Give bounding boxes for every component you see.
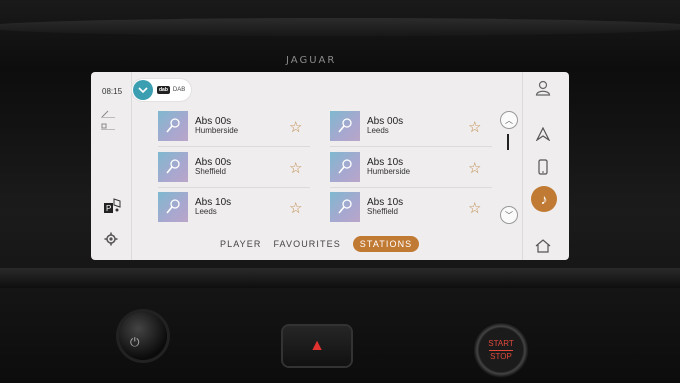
- tab-favourites[interactable]: FAVOURITES: [273, 239, 340, 249]
- tab-player[interactable]: PLAYER: [220, 239, 261, 249]
- station-item[interactable]: Abs 00s Humberside: [158, 111, 238, 141]
- station-item[interactable]: Abs 10s Sheffield: [330, 192, 403, 222]
- favorite-star-icon[interactable]: ☆: [468, 118, 481, 136]
- volume-knob[interactable]: [119, 312, 167, 360]
- dab-logo: dab: [157, 86, 170, 94]
- parking-camera-icon[interactable]: P: [104, 198, 122, 214]
- station-area: Sheffield: [367, 207, 398, 217]
- divider: [330, 146, 492, 147]
- power-icon: ⏻: [130, 335, 140, 349]
- divider: [158, 187, 310, 188]
- station-area: Sheffield: [195, 167, 226, 177]
- microphone-icon: [330, 192, 360, 222]
- scrollbar[interactable]: [507, 134, 509, 150]
- microphone-icon: [158, 152, 188, 182]
- start-label: START: [488, 338, 514, 348]
- hazard-button[interactable]: ▲: [283, 326, 351, 366]
- microphone-icon: [330, 111, 360, 141]
- station-item[interactable]: Abs 00s Sheffield: [158, 152, 231, 182]
- scroll-up-button[interactable]: ︿: [500, 111, 518, 129]
- start-stop-button[interactable]: START STOP: [473, 322, 529, 378]
- stop-label: STOP: [490, 351, 512, 361]
- divider: [330, 187, 492, 188]
- gear-icon[interactable]: [104, 232, 118, 249]
- navigation-icon[interactable]: [532, 123, 554, 145]
- favorite-star-icon[interactable]: ☆: [289, 199, 302, 217]
- favorite-star-icon[interactable]: ☆: [289, 159, 302, 177]
- dashboard-trim: [0, 18, 680, 36]
- phone-icon[interactable]: [532, 156, 554, 178]
- station-area: Humberside: [367, 167, 411, 177]
- chevron-up-icon: ︿: [505, 115, 513, 125]
- lock-status-icon: [101, 122, 119, 130]
- clock: 08:15: [102, 87, 123, 96]
- tab-bar: PLAYER FAVOURITES STATIONS: [220, 236, 420, 252]
- microphone-icon: [330, 152, 360, 182]
- infotainment-screen: 08:15 P dab DAB Abs 00s Humberside ☆ Abs …: [91, 72, 569, 260]
- left-rail: 08:15 P: [91, 72, 132, 260]
- chevron-down-icon: ﹀: [505, 210, 513, 220]
- source-dropdown-button[interactable]: [133, 80, 153, 100]
- dashboard-bezel: [0, 268, 680, 288]
- home-icon[interactable]: [532, 235, 554, 257]
- station-area: Leeds: [367, 126, 389, 136]
- favorite-star-icon[interactable]: ☆: [468, 159, 481, 177]
- divider: [158, 146, 310, 147]
- station-area: Leeds: [195, 207, 217, 217]
- profile-icon[interactable]: [532, 77, 554, 99]
- station-area: Humberside: [195, 126, 239, 136]
- chevron-down-icon: [138, 87, 148, 93]
- favorite-star-icon[interactable]: ☆: [289, 118, 302, 136]
- favorite-star-icon[interactable]: ☆: [468, 199, 481, 217]
- media-icon[interactable]: ♪: [531, 186, 557, 212]
- svg-text:P: P: [106, 204, 111, 213]
- source-label: DAB: [172, 87, 186, 93]
- scroll-down-button[interactable]: ﹀: [500, 206, 518, 224]
- station-item[interactable]: Abs 10s Leeds: [158, 192, 231, 222]
- hazard-triangle-icon: ▲: [309, 337, 325, 354]
- signal-icon: [101, 110, 119, 118]
- microphone-icon: [158, 111, 188, 141]
- station-item[interactable]: Abs 10s Humberside: [330, 152, 410, 182]
- microphone-icon: [158, 192, 188, 222]
- tab-stations[interactable]: STATIONS: [352, 236, 420, 252]
- brand-logo: JAGUAR: [286, 55, 337, 66]
- station-item[interactable]: Abs 00s Leeds: [330, 111, 403, 141]
